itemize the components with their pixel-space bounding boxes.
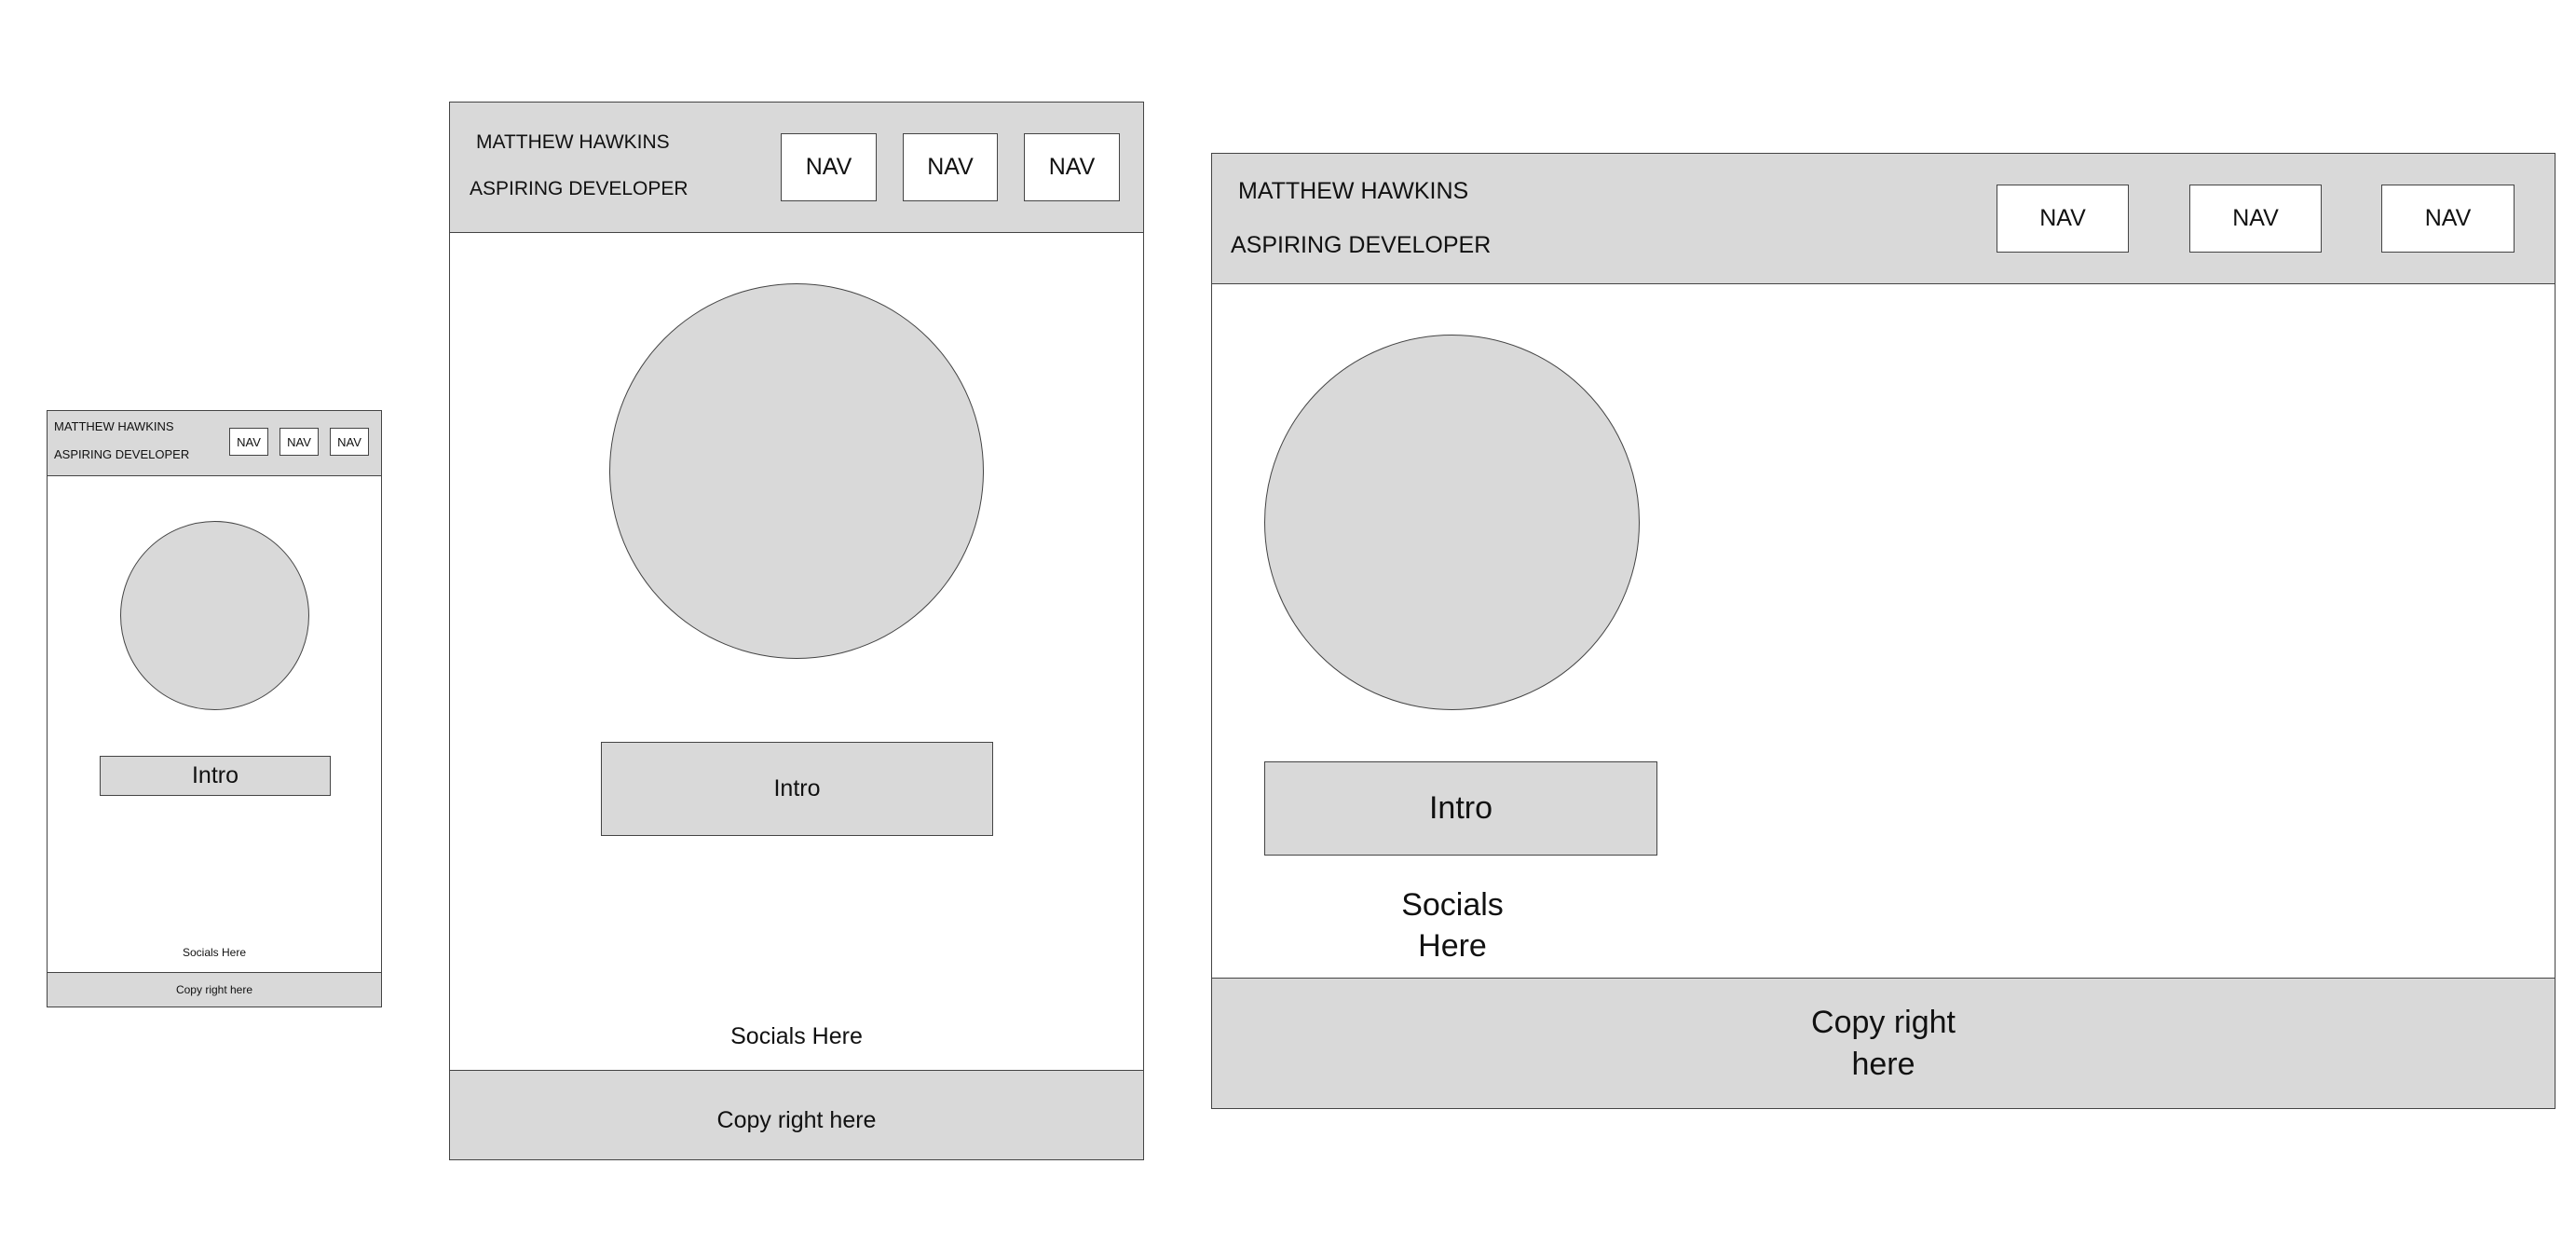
tablet-copyright-text: Copy right here [716,1107,877,1133]
mobile-profile-image [120,521,309,710]
mobile-footer: Copy right here [48,972,381,1007]
nav-label: NAV [237,434,261,449]
intro-label: Intro [191,762,239,788]
nav-label: NAV [1048,154,1096,180]
nav-label: NAV [2424,205,2472,231]
desktop-intro-box: Intro [1264,761,1657,856]
tablet-intro-box: Intro [601,742,993,836]
desktop-socials-text: Socials Here [1401,887,1504,965]
desktop-wireframe: MATTHEW HAWKINS ASPIRING DEVELOPER NAV N… [1211,153,2556,1109]
intro-label: Intro [773,775,821,801]
tablet-nav-button-1[interactable]: NAV [781,133,877,201]
mobile-nav-button-3[interactable]: NAV [330,428,369,456]
nav-label: NAV [927,154,974,180]
tablet-header: MATTHEW HAWKINS ASPIRING DEVELOPER NAV N… [450,103,1143,233]
tablet-wireframe: MATTHEW HAWKINS ASPIRING DEVELOPER NAV N… [449,102,1144,1160]
intro-label: Intro [1428,790,1493,826]
mobile-socials-text: Socials Here [182,946,247,959]
tablet-socials-text: Socials Here [730,1023,863,1049]
mobile-header: MATTHEW HAWKINS ASPIRING DEVELOPER NAV N… [48,411,381,476]
desktop-nav-button-3[interactable]: NAV [2381,185,2515,253]
desktop-footer: Copy right here [1212,978,2555,1108]
mobile-nav-button-2[interactable]: NAV [279,428,319,456]
mobile-wireframe: MATTHEW HAWKINS ASPIRING DEVELOPER NAV N… [47,410,382,1007]
mobile-site-tagline: ASPIRING DEVELOPER [54,447,190,461]
desktop-nav-button-2[interactable]: NAV [2189,185,2322,253]
desktop-copyright-text: Copy right here [1811,1005,1956,1082]
nav-label: NAV [287,434,311,449]
nav-label: NAV [2039,205,2086,231]
tablet-nav-button-2[interactable]: NAV [903,133,998,201]
nav-label: NAV [2232,205,2279,231]
nav-label: NAV [337,434,361,449]
desktop-header: MATTHEW HAWKINS ASPIRING DEVELOPER NAV N… [1212,154,2555,284]
tablet-site-name: MATTHEW HAWKINS [476,131,670,153]
tablet-site-tagline: ASPIRING DEVELOPER [470,178,688,199]
mobile-nav-button-1[interactable]: NAV [229,428,268,456]
nav-label: NAV [805,154,852,180]
tablet-nav-button-3[interactable]: NAV [1024,133,1120,201]
tablet-profile-image [609,283,984,659]
desktop-profile-image [1264,335,1640,710]
mobile-copyright-text: Copy right here [175,983,253,996]
desktop-site-tagline: ASPIRING DEVELOPER [1231,232,1492,258]
tablet-footer: Copy right here [450,1070,1143,1159]
mobile-intro-box: Intro [100,756,331,796]
desktop-nav-button-1[interactable]: NAV [1997,185,2129,253]
mobile-site-name: MATTHEW HAWKINS [54,419,174,433]
desktop-site-name: MATTHEW HAWKINS [1238,178,1469,204]
